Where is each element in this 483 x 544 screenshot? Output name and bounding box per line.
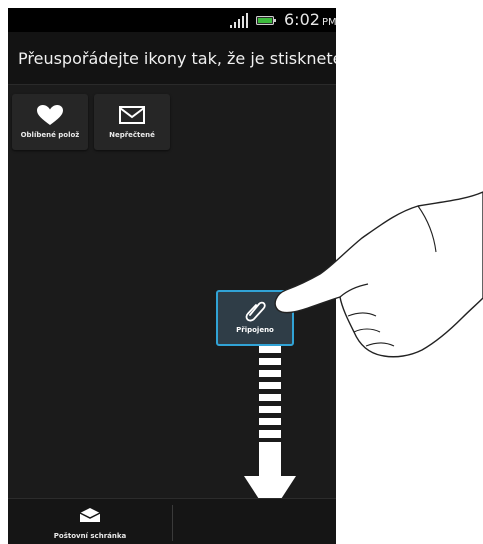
signal-strength-icon bbox=[230, 13, 248, 28]
heart-icon bbox=[37, 105, 63, 125]
bottom-bar: Poštovní schránka bbox=[8, 498, 336, 544]
envelope-icon bbox=[119, 106, 145, 124]
mailbox-icon bbox=[79, 508, 101, 522]
page-title: Přeuspořádejte ikony tak, že je stisknet… bbox=[18, 49, 336, 68]
battery-icon bbox=[256, 16, 276, 25]
bottom-bar-divider bbox=[172, 505, 173, 541]
status-clock: 6:02 PM bbox=[284, 10, 336, 29]
mailbox-button[interactable]: Poštovní schránka bbox=[8, 499, 172, 544]
tab-favorites[interactable]: Oblíbené polož bbox=[12, 94, 88, 150]
tab-unread[interactable]: Nepřečtené bbox=[94, 94, 170, 150]
title-bar: Přeuspořádejte ikony tak, že je stisknet… bbox=[8, 32, 336, 85]
clock-time: 6:02 bbox=[284, 10, 320, 29]
tab-unread-label: Nepřečtené bbox=[109, 131, 155, 139]
clock-ampm: PM bbox=[321, 17, 336, 28]
tab-favorites-label: Oblíbené polož bbox=[20, 131, 80, 139]
mailbox-label: Poštovní schránka bbox=[53, 532, 127, 540]
status-bar: 6:02 PM bbox=[8, 8, 336, 32]
pointing-hand-illustration bbox=[274, 191, 483, 358]
